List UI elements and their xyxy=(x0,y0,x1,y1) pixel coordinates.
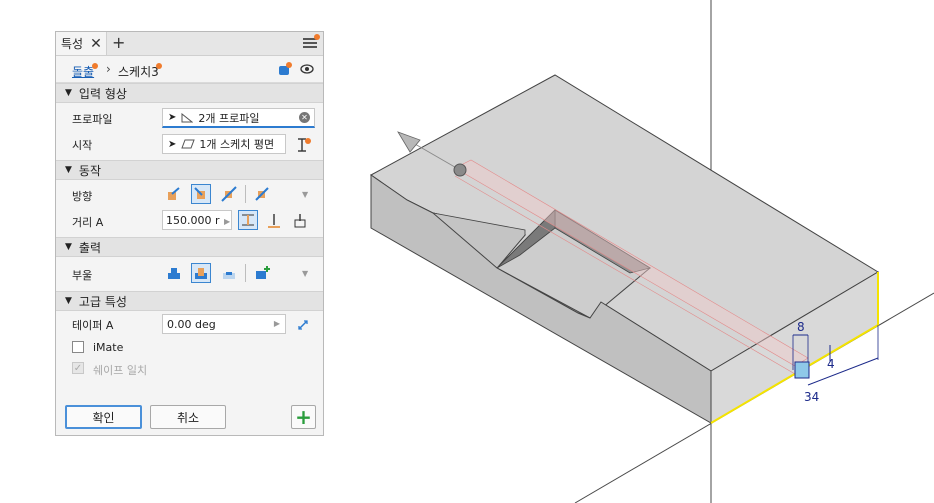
clear-icon[interactable]: ✕ xyxy=(299,112,310,123)
taper-label: 테이퍼 A xyxy=(72,319,114,332)
breadcrumb-current: 스케치3 xyxy=(118,65,159,79)
separator xyxy=(245,264,246,282)
dim-line-34 xyxy=(807,357,879,386)
imate-checkbox[interactable] xyxy=(72,341,84,353)
section-input-geometry[interactable]: ▼ 입력 형상 xyxy=(56,83,323,103)
dimension-34[interactable]: 34 xyxy=(804,390,819,404)
sketch-profile[interactable] xyxy=(794,361,810,379)
cancel-button[interactable]: 취소 xyxy=(150,405,226,429)
manipulator-handle[interactable] xyxy=(453,163,467,177)
imate-row: iMate xyxy=(56,337,323,358)
start-value: 1개 스케치 평면 xyxy=(199,138,275,151)
tab-title: 특성 xyxy=(61,37,84,51)
profile-selector[interactable]: ➤ 2개 프로파일 ✕ xyxy=(162,108,315,128)
boolean-row: 부울 ▼ xyxy=(56,257,323,291)
section-advanced[interactable]: ▼ 고급 특성 xyxy=(56,291,323,311)
chevron-right-icon: › xyxy=(106,62,111,76)
section-output[interactable]: ▼ 출력 xyxy=(56,237,323,257)
section-behavior[interactable]: ▼ 동작 xyxy=(56,160,323,180)
extent-to-icon[interactable] xyxy=(266,213,282,229)
taper-row: 테이퍼 A 0.00 deg ▶ xyxy=(56,311,323,337)
profile-value: 2개 프로파일 xyxy=(198,111,260,125)
direction-default-button[interactable] xyxy=(164,184,184,204)
taper-value: 0.00 deg xyxy=(167,317,216,331)
panel-tab-bar: 특성 ✕ + xyxy=(56,32,323,56)
intersect-icon xyxy=(223,272,235,279)
tab-properties[interactable]: 특성 ✕ xyxy=(56,32,107,55)
chevron-right-icon[interactable]: ▶ xyxy=(224,217,230,226)
notification-dot xyxy=(314,34,320,40)
collapse-triangle-icon: ▼ xyxy=(65,165,72,175)
chevron-down-icon[interactable]: ▼ xyxy=(302,269,308,278)
ok-button[interactable]: 확인 xyxy=(65,405,142,429)
breadcrumb: 돌출 › 스케치3 xyxy=(56,56,323,83)
add-feature-button[interactable]: + xyxy=(291,405,316,429)
collapse-triangle-icon: ▼ xyxy=(65,296,72,306)
plus-icon: + xyxy=(295,405,312,429)
shape-match-label: 쉐이프 일치 xyxy=(93,364,148,377)
collapse-triangle-icon: ▼ xyxy=(65,242,72,252)
profile-label: 프로파일 xyxy=(72,113,113,126)
chevron-right-icon[interactable]: ▶ xyxy=(274,319,280,328)
distance-value: 150.000 r xyxy=(166,213,220,227)
distance-label: 거리 A xyxy=(72,216,104,229)
direction-default-icon xyxy=(168,187,180,200)
extent-through-all-icon[interactable] xyxy=(292,213,308,229)
notification-dot xyxy=(92,63,98,69)
preset-icon[interactable] xyxy=(278,62,292,76)
direction-label: 방향 xyxy=(72,190,93,203)
section-title: 고급 특성 xyxy=(78,294,127,309)
distance-input[interactable]: 150.000 r xyxy=(162,210,232,230)
footer: 확인 취소 + xyxy=(56,399,323,435)
notification-dot xyxy=(156,63,162,69)
direction-asymmetric-icon xyxy=(255,187,269,201)
dimension-4[interactable]: 4 xyxy=(827,357,835,371)
direction-symmetric-icon xyxy=(221,186,237,202)
shape-match-checkbox[interactable]: ✓ xyxy=(72,362,84,374)
taper-flip-icon[interactable] xyxy=(296,318,310,332)
imate-label: iMate xyxy=(93,341,124,354)
cursor-icon: ➤ xyxy=(168,112,177,123)
start-row: 시작 ➤ 1개 스케치 평면 xyxy=(56,131,323,157)
boolean-new-solid-button[interactable] xyxy=(252,263,272,283)
direction-arrow-icon[interactable] xyxy=(397,131,421,153)
start-selector[interactable]: ➤ 1개 스케치 평면 xyxy=(162,134,286,154)
close-icon[interactable]: ✕ xyxy=(90,36,102,52)
boolean-intersect-button[interactable] xyxy=(219,263,239,283)
cursor-icon: ➤ xyxy=(168,138,177,150)
dimension-8[interactable]: 8 xyxy=(797,320,805,334)
direction-flip-icon xyxy=(194,187,205,199)
start-offset-icon[interactable] xyxy=(296,137,312,153)
boolean-join-button[interactable] xyxy=(164,263,184,283)
add-tab-icon[interactable]: + xyxy=(112,33,125,52)
new-solid-icon xyxy=(256,266,270,279)
direction-flip-button[interactable] xyxy=(191,184,211,204)
boolean-cut-button[interactable] xyxy=(191,263,211,283)
section-title: 동작 xyxy=(78,163,102,178)
chevron-down-icon[interactable]: ▼ xyxy=(302,190,308,199)
extent-distance-icon xyxy=(242,214,254,226)
direction-row: 방향 ▼ xyxy=(56,180,323,208)
extent-distance-button[interactable] xyxy=(238,210,258,230)
separator xyxy=(245,185,246,203)
properties-panel: 특성 ✕ + 돌출 › 스케치3 ▼ 입력 형상 프로파일 ➤ 2개 프로파일 … xyxy=(55,31,324,436)
taper-input[interactable]: 0.00 deg ▶ xyxy=(162,314,286,334)
section-title: 입력 형상 xyxy=(78,86,127,101)
eye-icon[interactable] xyxy=(300,63,314,75)
boolean-label: 부울 xyxy=(72,269,93,282)
shape-match-row: ✓ 쉐이프 일치 xyxy=(56,358,323,380)
start-label: 시작 xyxy=(72,139,93,152)
direction-symmetric-button[interactable] xyxy=(219,184,239,204)
collapse-triangle-icon: ▼ xyxy=(65,88,72,98)
section-title: 출력 xyxy=(78,240,102,255)
direction-asymmetric-button[interactable] xyxy=(252,184,272,204)
distance-row: 거리 A 150.000 r ▶ xyxy=(56,208,323,234)
profile-icon xyxy=(181,112,194,122)
sketch-plane-icon xyxy=(181,139,196,149)
breadcrumb-root[interactable]: 돌출 xyxy=(72,63,94,80)
profile-row: 프로파일 ➤ 2개 프로파일 ✕ xyxy=(56,105,323,131)
join-icon xyxy=(168,268,180,279)
cut-icon xyxy=(195,268,207,279)
